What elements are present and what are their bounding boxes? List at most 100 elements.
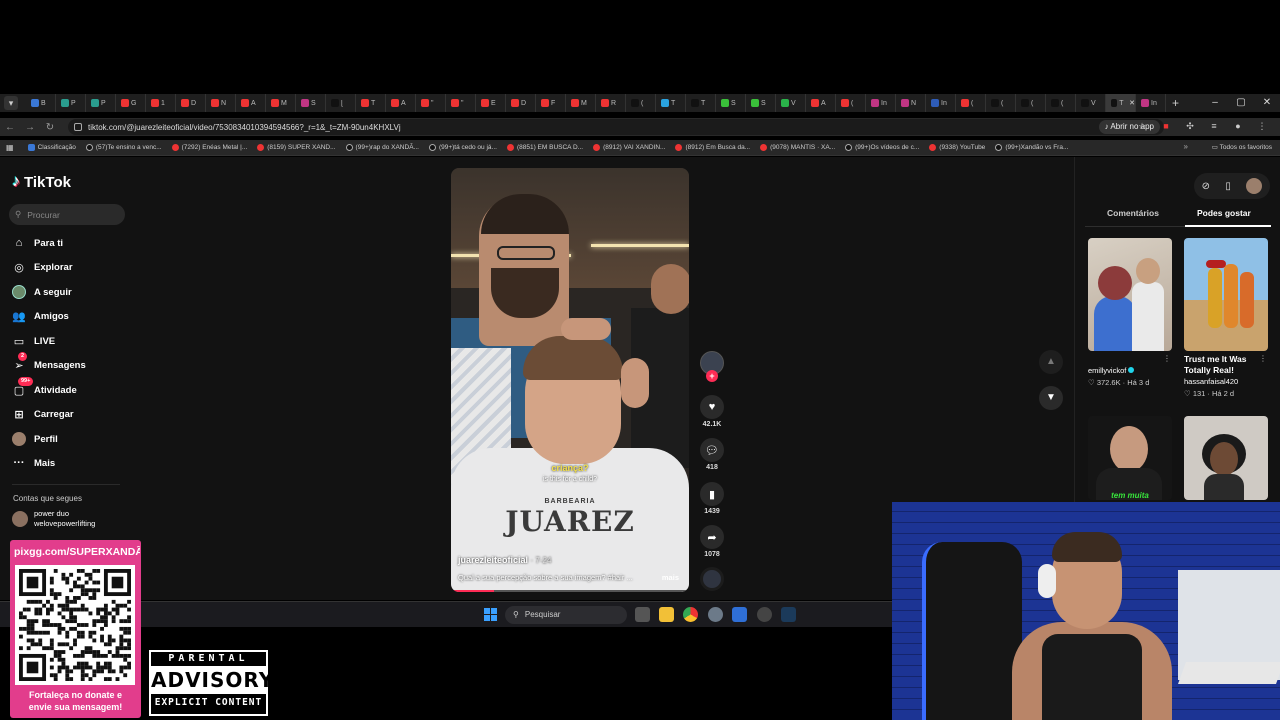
nav-activity[interactable]: ▢ 99+ Atividade [12, 377, 77, 399]
comment-button[interactable]: 💬︎ [700, 438, 724, 462]
save-button[interactable]: ▮ [700, 482, 724, 506]
browser-tab[interactable]: ( [626, 94, 656, 112]
site-info-icon[interactable] [74, 123, 82, 131]
browser-tab[interactable]: ( [1016, 94, 1046, 112]
forward-button[interactable]: → [20, 122, 40, 133]
nav-live[interactable]: ▭ LIVE [12, 332, 55, 350]
browser-tab[interactable]: V [776, 94, 806, 112]
tab-search-button[interactable]: ▾ [4, 96, 18, 110]
tab-you-may-like[interactable]: Podes gostar [1197, 208, 1251, 218]
file-explorer-icon[interactable] [659, 607, 674, 622]
video-author-name[interactable]: emillyvickof [1088, 366, 1126, 375]
video-player[interactable]: BARBEARIA JUAREZ criança? is this for a … [451, 168, 689, 592]
app-icon[interactable] [757, 607, 772, 622]
suggested-video-thumbnail[interactable] [1088, 238, 1172, 351]
browser-tab[interactable]: In [926, 94, 956, 112]
video-title[interactable]: Trust me It Was Totally Real! [1184, 354, 1268, 376]
browser-tab[interactable]: D [506, 94, 536, 112]
share-button[interactable]: ➦ [700, 525, 724, 549]
bookmark-item[interactable]: (99+)Xandão vs Fra... [995, 144, 1068, 151]
browser-tab[interactable]: E [476, 94, 506, 112]
bookmark-item[interactable]: (8851) EM BUSCA D... [506, 144, 583, 151]
steam-icon[interactable] [781, 607, 796, 622]
suggested-video-thumbnail[interactable] [1184, 416, 1268, 500]
browser-tab[interactable]: ( [956, 94, 986, 112]
taskbar-search[interactable]: ⚲ Pesquisar [505, 606, 627, 624]
tab-comments[interactable]: Comentários [1107, 208, 1159, 218]
browser-tab[interactable]: N [206, 94, 236, 112]
browser-tab[interactable]: A [236, 94, 266, 112]
nav-explore[interactable]: ◎ Explorar [12, 258, 72, 276]
nav-following[interactable]: A seguir [12, 283, 72, 301]
nav-for-you[interactable]: ⌂ Para ti [12, 234, 63, 252]
browser-tab[interactable]: D [176, 94, 206, 112]
browser-tab[interactable]: " [416, 94, 446, 112]
more-bookmarks-icon[interactable]: » [1184, 142, 1188, 151]
browser-tab[interactable]: V [1076, 94, 1106, 112]
minimize-button[interactable]: – [1202, 94, 1228, 112]
browser-tab[interactable]: [ [326, 94, 356, 112]
browser-tab[interactable]: T ✕ [1106, 94, 1136, 112]
video-progress-bar[interactable] [451, 590, 689, 592]
nav-friends[interactable]: 👥 Amigos [12, 307, 69, 325]
search-input[interactable]: ⚲ Procurar [9, 204, 125, 225]
task-view-icon[interactable] [635, 607, 650, 622]
browser-tab[interactable]: S [716, 94, 746, 112]
video-author-name[interactable]: hassanfaisal420 [1184, 376, 1268, 388]
all-bookmarks-folder[interactable]: ▭ Todos os favoritos [1212, 143, 1272, 151]
extensions-puzzle-icon[interactable]: ✣ [1184, 119, 1196, 133]
followed-account-item[interactable]: power duo welovepowerlifting [12, 509, 95, 529]
browser-tab[interactable]: T [686, 94, 716, 112]
tiktok-logo[interactable]: ♪ TikTok [12, 173, 71, 191]
browser-tab[interactable]: In [866, 94, 896, 112]
apps-grid-icon[interactable]: ▦ [6, 143, 14, 152]
maximize-button[interactable]: ▢ [1228, 94, 1254, 112]
profile-avatar[interactable] [1246, 178, 1263, 194]
bookmark-item[interactable]: (7292) Enéas Metal |... [171, 144, 247, 151]
browser-tab[interactable]: N [896, 94, 926, 112]
nav-profile[interactable]: Perfil [12, 430, 58, 448]
new-tab-button[interactable]: + [1172, 96, 1179, 110]
video-author[interactable]: juarezleiteoficial · 7-24 [458, 555, 551, 565]
next-video-button[interactable]: ▼ [1039, 386, 1063, 410]
bookmark-item[interactable]: (57)Te ensino a venc... [85, 144, 162, 151]
extension-icon[interactable]: ■ [1160, 119, 1172, 133]
app-icon[interactable] [732, 607, 747, 622]
bookmark-item[interactable]: (8912) VAI XANDIN... [593, 144, 665, 151]
browser-tab[interactable]: A [386, 94, 416, 112]
browser-tab[interactable]: S [296, 94, 326, 112]
bookmark-item[interactable]: Classificação [27, 144, 76, 151]
description-more-button[interactable]: mais [662, 573, 679, 582]
browser-tab[interactable]: P [56, 94, 86, 112]
bookmark-item[interactable]: (8159) SUPER XAND... [257, 144, 336, 151]
bookmark-star-icon[interactable]: ☆ [1136, 119, 1148, 133]
bookmark-item[interactable]: (99+)rap do XANDÃ... [345, 144, 419, 151]
windows-start-icon[interactable] [484, 608, 497, 621]
chrome-icon[interactable] [683, 607, 698, 622]
more-options-icon[interactable]: ⋮ [1163, 354, 1171, 363]
back-button[interactable]: ← [0, 122, 20, 133]
browser-tab[interactable]: F [536, 94, 566, 112]
nav-messages[interactable]: ➢ 2 Mensagens [12, 352, 86, 374]
reload-button[interactable]: ↻ [40, 122, 60, 133]
nav-more[interactable]: ··· Mais [12, 454, 56, 472]
bookmark-item[interactable]: (99+)tá cedo ou já... [428, 144, 497, 151]
browser-tab[interactable]: A [806, 94, 836, 112]
suggested-video-thumbnail[interactable] [1184, 238, 1268, 351]
browser-tab[interactable]: T [356, 94, 386, 112]
follow-plus-icon[interactable]: + [706, 370, 718, 382]
browser-tab[interactable]: ( [1046, 94, 1076, 112]
address-bar[interactable]: tiktok.com/@juarezleiteoficial/video/753… [68, 119, 1164, 135]
close-window-button[interactable]: ✕ [1254, 94, 1280, 112]
music-disc-icon[interactable] [700, 567, 724, 591]
browser-tab[interactable]: P [86, 94, 116, 112]
browser-tab[interactable]: G [116, 94, 146, 112]
compass-icon[interactable]: ⊘ [1202, 181, 1210, 192]
browser-tab[interactable]: M [266, 94, 296, 112]
close-tab-icon[interactable]: ✕ [1129, 99, 1135, 107]
media-control-icon[interactable]: ≡ [1208, 119, 1220, 133]
browser-tab[interactable]: B [26, 94, 56, 112]
menu-kebab-icon[interactable]: ⋮ [1256, 119, 1268, 133]
settings-gear-icon[interactable] [708, 607, 723, 622]
browser-tab[interactable]: 1 [146, 94, 176, 112]
